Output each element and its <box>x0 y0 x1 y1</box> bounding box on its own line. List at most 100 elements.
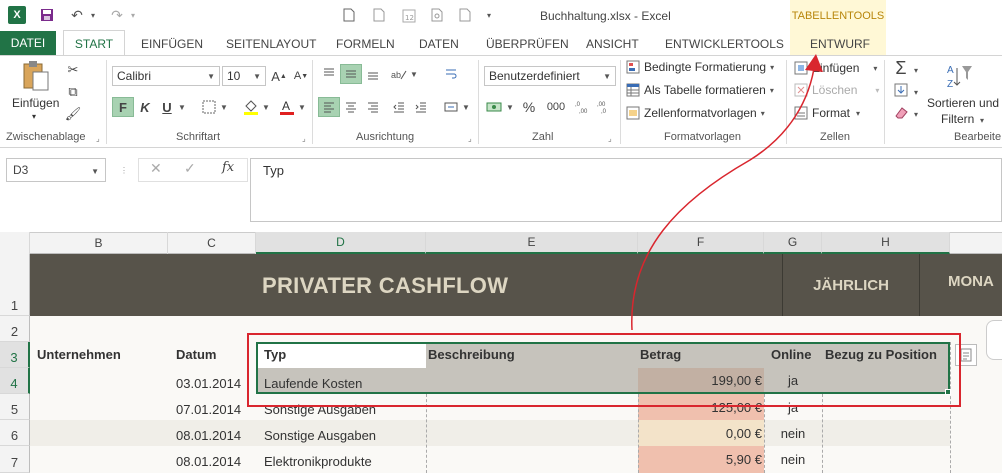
insert-function-button[interactable]: fx <box>222 160 234 175</box>
select-all-corner[interactable] <box>0 232 30 254</box>
clear-icon[interactable] <box>890 103 912 123</box>
fill-color-icon[interactable] <box>240 97 262 117</box>
increase-decimal-icon[interactable]: ,0,00 <box>572 97 594 117</box>
row-header-6[interactable]: 6 <box>0 420 30 446</box>
font-name-select[interactable]: Calibri ▼ <box>112 66 220 86</box>
tab-start[interactable]: START <box>63 30 125 56</box>
fill-dropdown-icon[interactable]: ▾ <box>914 88 918 97</box>
currency-format-icon[interactable] <box>484 97 506 117</box>
cell-date[interactable]: 08.01.2014 <box>176 454 241 469</box>
font-launcher-icon[interactable]: ⌟ <box>302 134 306 143</box>
tab-ueberpruefen[interactable]: ÜBERPRÜFEN <box>486 33 569 55</box>
clear-dropdown-icon[interactable]: ▾ <box>914 110 918 119</box>
fill-color-dropdown-icon[interactable]: ▼ <box>262 103 270 112</box>
print-preview-icon[interactable] <box>428 6 446 24</box>
undo-dropdown-icon[interactable]: ▾ <box>84 6 102 24</box>
alignment-launcher-icon[interactable]: ⌟ <box>468 134 472 143</box>
thousands-separator-button[interactable]: 000 <box>542 97 570 117</box>
cell-date[interactable]: 07.01.2014 <box>176 402 241 417</box>
shrink-font-icon[interactable]: A ▼ <box>290 66 312 86</box>
cell-type[interactable]: Sonstige Ausgaben <box>264 428 376 443</box>
autosum-dropdown-icon[interactable]: ▾ <box>914 66 918 75</box>
italic-button[interactable]: K <box>134 97 156 117</box>
sort-filter-icon[interactable]: AZ <box>946 62 974 93</box>
row-header-5[interactable]: 5 <box>0 394 30 420</box>
format-painter-brush-icon[interactable]: 🖌 <box>62 104 84 124</box>
currency-dropdown-icon[interactable]: ▼ <box>506 103 514 112</box>
save-icon[interactable] <box>38 6 56 24</box>
font-size-select[interactable]: 10 ▼ <box>222 66 266 86</box>
increase-indent-icon[interactable] <box>410 97 432 117</box>
align-middle-icon[interactable] <box>340 64 362 84</box>
column-header-c[interactable]: C <box>168 232 256 254</box>
row-header-3[interactable]: 3 <box>0 342 30 368</box>
calendar-icon[interactable]: 12 <box>400 6 418 24</box>
open-icon[interactable] <box>370 6 388 24</box>
borders-icon[interactable] <box>198 97 220 117</box>
cancel-icon[interactable]: ✕ <box>150 160 162 177</box>
bold-button[interactable]: F <box>112 97 134 117</box>
paste-icon[interactable] <box>22 60 50 95</box>
orientation-dropdown-icon[interactable]: ▼ <box>410 70 418 79</box>
header-date[interactable]: Datum <box>176 347 216 362</box>
cell-type[interactable]: Elektronikprodukte <box>264 454 372 469</box>
percent-button[interactable]: % <box>518 97 540 117</box>
font-color-icon[interactable]: A <box>276 97 298 117</box>
cut-icon[interactable]: ✂ <box>62 60 84 80</box>
monthly-button[interactable]: MONA <box>948 273 994 290</box>
borders-dropdown-icon[interactable]: ▼ <box>220 103 228 112</box>
customize-qat-icon[interactable]: ▾ <box>480 6 498 24</box>
autosum-icon[interactable]: Σ <box>890 58 912 78</box>
header-company[interactable]: Unternehmen <box>37 347 121 362</box>
row-header-7[interactable]: 7 <box>0 446 30 473</box>
row-header-2[interactable]: 2 <box>0 316 30 342</box>
tab-seitenlayout[interactable]: SEITENLAYOUT <box>226 33 316 55</box>
grow-font-icon[interactable]: A ▲ <box>268 66 290 86</box>
merge-dropdown-icon[interactable]: ▼ <box>462 103 470 112</box>
tab-daten[interactable]: DATEN <box>419 33 459 55</box>
wrap-text-icon[interactable] <box>440 64 462 84</box>
format-painter-icon[interactable] <box>456 6 474 24</box>
cell-amount[interactable]: 5,90 € <box>638 452 762 467</box>
group-label-clipboard: Zwischenablage <box>6 131 86 143</box>
name-box[interactable]: D3 ▼ <box>6 158 106 182</box>
cell-date[interactable]: 08.01.2014 <box>176 428 241 443</box>
align-top-icon[interactable] <box>318 64 340 84</box>
number-format-select[interactable]: Benutzerdefiniert ▼ <box>484 66 616 86</box>
fill-down-icon[interactable] <box>890 80 912 100</box>
column-header-h[interactable]: H <box>822 232 950 254</box>
sort-filter-label-2[interactable]: Filtern <box>941 112 974 126</box>
clipboard-launcher-icon[interactable]: ⌟ <box>96 134 100 143</box>
copy-icon[interactable]: ⧉ <box>62 82 84 102</box>
paste-dropdown-icon[interactable]: ▾ <box>32 112 36 121</box>
align-center-icon[interactable] <box>340 97 362 117</box>
cell-online[interactable]: nein <box>764 452 822 467</box>
cell-online[interactable]: nein <box>764 426 822 441</box>
column-header-b[interactable]: B <box>30 232 168 254</box>
align-left-icon[interactable] <box>318 97 340 117</box>
paste-button[interactable]: Einfügen <box>12 96 59 110</box>
column-header-i[interactable] <box>950 232 1002 254</box>
tab-formeln[interactable]: FORMELN <box>336 33 395 55</box>
row-header-1[interactable]: 1 <box>0 254 30 316</box>
decrease-indent-icon[interactable] <box>388 97 410 117</box>
orientation-icon[interactable]: ab <box>388 64 410 84</box>
underline-button[interactable]: U <box>156 97 178 117</box>
tab-einfuegen[interactable]: EINFÜGEN <box>141 33 203 55</box>
new-document-icon[interactable] <box>340 6 358 24</box>
cell-amount[interactable]: 0,00 € <box>638 426 762 441</box>
merge-center-icon[interactable] <box>440 97 462 117</box>
tab-datei[interactable]: DATEI <box>0 31 56 55</box>
sort-filter-label-1[interactable]: Sortieren und <box>927 96 999 110</box>
align-bottom-icon[interactable] <box>362 64 384 84</box>
redo-dropdown-icon[interactable]: ▾ <box>124 6 142 24</box>
cell-date[interactable]: 03.01.2014 <box>176 376 241 391</box>
underline-dropdown-icon[interactable]: ▼ <box>178 103 186 112</box>
enter-icon[interactable]: ✓ <box>184 160 196 177</box>
floating-button[interactable] <box>986 320 1002 360</box>
column-header-d[interactable]: D <box>256 232 426 254</box>
row-header-4[interactable]: 4 <box>0 368 30 394</box>
align-right-icon[interactable] <box>362 97 384 117</box>
font-color-dropdown-icon[interactable]: ▼ <box>298 103 306 112</box>
sort-filter-dropdown-icon[interactable]: ▾ <box>980 116 984 125</box>
